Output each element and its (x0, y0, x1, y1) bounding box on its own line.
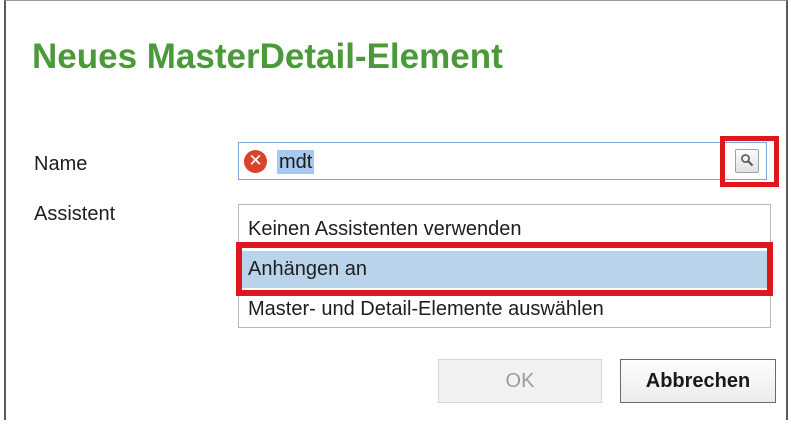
dialog-title: Neues MasterDetail-Element (32, 37, 503, 76)
cancel-button[interactable]: Abbrechen (620, 359, 776, 403)
search-button-highlight (720, 136, 779, 187)
selected-item-highlight (236, 242, 773, 296)
name-input[interactable]: ✕ mdt (238, 142, 767, 180)
name-label: Name (34, 153, 88, 175)
list-item-select-master-detail[interactable]: Master- und Detail-Elemente auswählen (239, 291, 770, 328)
name-input-value[interactable]: mdt (277, 150, 315, 174)
error-x-icon: ✕ (244, 150, 267, 173)
assistant-label: Assistent (34, 203, 116, 225)
new-masterdetail-dialog: Neues MasterDetail-Element Name ✕ mdt As… (4, 0, 788, 420)
ok-button[interactable]: OK (438, 359, 602, 403)
